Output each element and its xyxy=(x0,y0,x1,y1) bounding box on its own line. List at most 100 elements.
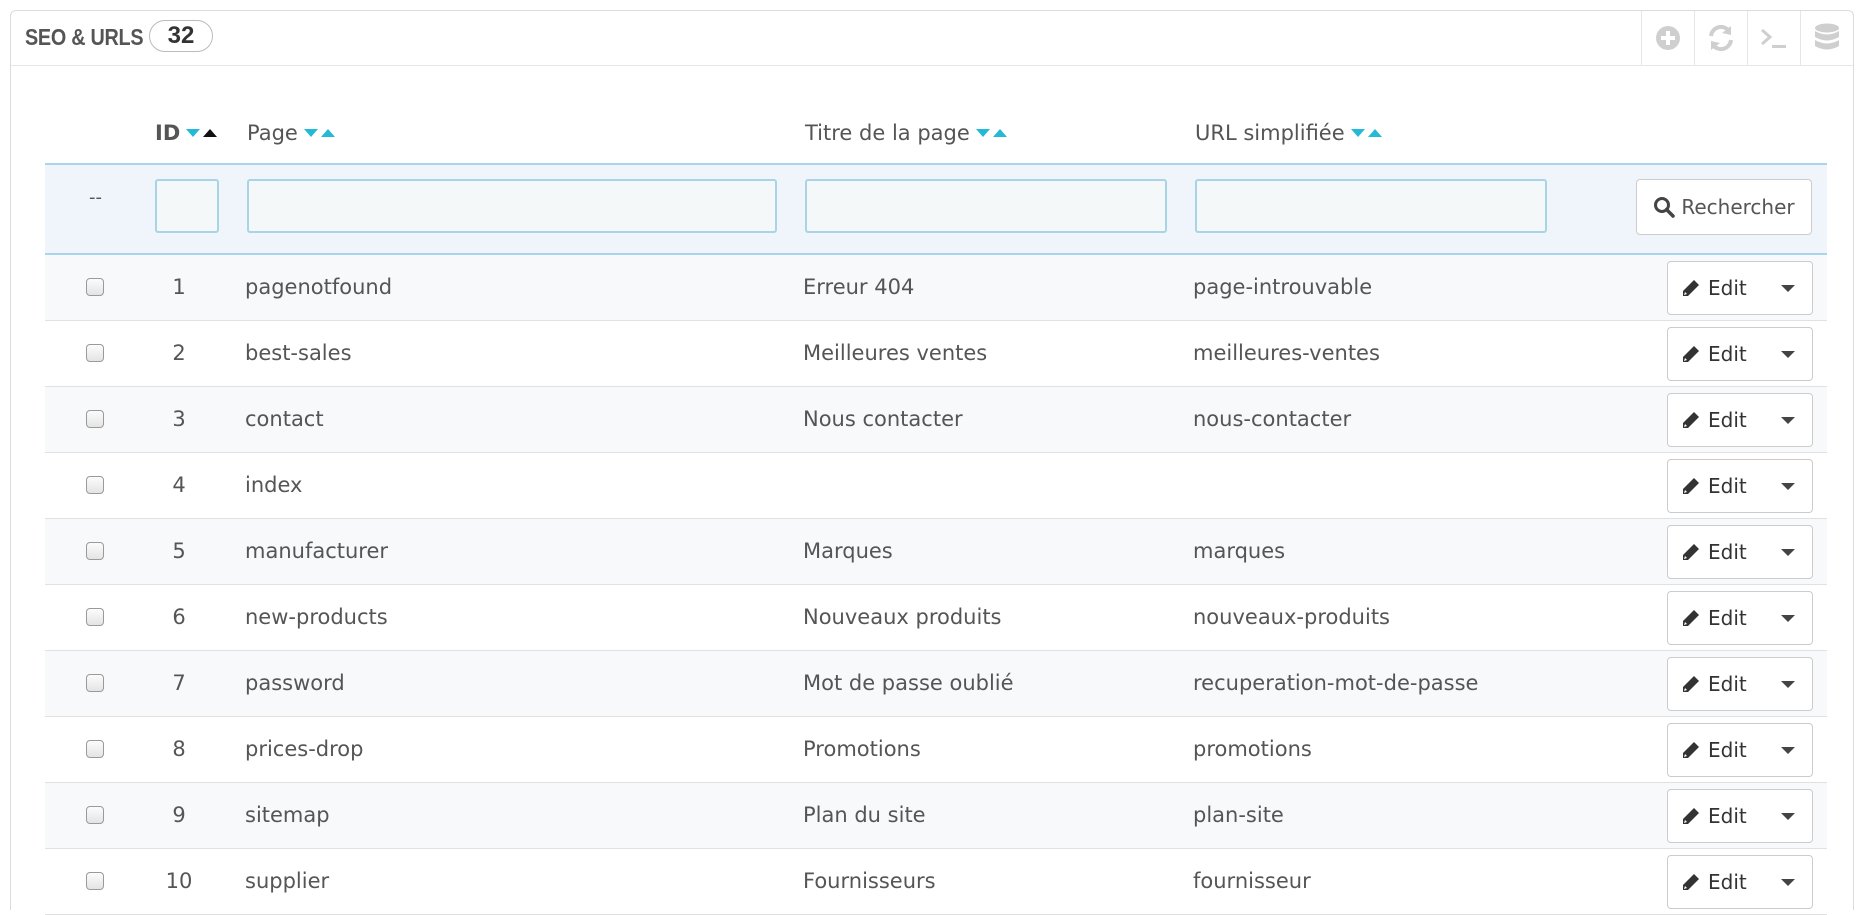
cell-title[interactable]: Plan du site xyxy=(803,803,926,827)
refresh-list-button[interactable] xyxy=(1694,11,1747,65)
cell-title[interactable]: Marques xyxy=(803,539,893,563)
edit-button[interactable]: Edit xyxy=(1668,870,1764,894)
cell-title[interactable]: Erreur 404 xyxy=(803,275,914,299)
sort-desc-icon[interactable] xyxy=(1350,129,1365,137)
row-action-group: Edit xyxy=(1667,327,1813,381)
cell-id[interactable]: 9 xyxy=(146,803,212,827)
edit-button[interactable]: Edit xyxy=(1668,408,1764,432)
edit-button[interactable]: Edit xyxy=(1668,342,1764,366)
cell-id[interactable]: 3 xyxy=(146,407,212,431)
row-actions-dropdown-toggle[interactable] xyxy=(1764,416,1812,424)
edit-button[interactable]: Edit xyxy=(1668,276,1764,300)
row-actions-dropdown-toggle[interactable] xyxy=(1764,878,1812,886)
caret-down-icon xyxy=(1781,416,1795,424)
row-action-group: Edit xyxy=(1667,393,1813,447)
filter-id-input[interactable] xyxy=(155,179,219,233)
search-icon xyxy=(1654,197,1676,218)
filter-title-input[interactable] xyxy=(805,179,1167,233)
sort-asc-icon[interactable] xyxy=(320,129,335,137)
row-actions-dropdown-toggle[interactable] xyxy=(1764,614,1812,622)
cell-id[interactable]: 7 xyxy=(146,671,212,695)
edit-button[interactable]: Edit xyxy=(1668,672,1764,696)
cell-title[interactable]: Meilleures ventes xyxy=(803,341,987,365)
row-checkbox[interactable] xyxy=(86,806,104,824)
sort-asc-icon[interactable] xyxy=(992,129,1007,137)
pencil-icon xyxy=(1683,742,1699,758)
bulk-filter-placeholder: -- xyxy=(89,187,102,208)
cell-id[interactable]: 1 xyxy=(146,275,212,299)
row-actions-dropdown-toggle[interactable] xyxy=(1764,350,1812,358)
sort-asc-icon[interactable] xyxy=(203,129,218,137)
cell-url[interactable]: nous-contacter xyxy=(1193,407,1351,431)
terminal-icon xyxy=(1761,28,1786,48)
row-action-group: Edit xyxy=(1667,657,1813,711)
row-checkbox[interactable] xyxy=(86,476,104,494)
row-actions-dropdown-toggle[interactable] xyxy=(1764,746,1812,754)
cell-page[interactable]: prices-drop xyxy=(245,737,363,761)
row-checkbox[interactable] xyxy=(86,278,104,296)
row-actions-dropdown-toggle[interactable] xyxy=(1764,812,1812,820)
cell-title[interactable]: Fournisseurs xyxy=(803,869,936,893)
show-sql-button[interactable] xyxy=(1747,11,1800,65)
cell-page[interactable]: new-products xyxy=(245,605,388,629)
row-action-group: Edit xyxy=(1667,723,1813,777)
cell-title[interactable]: Nouveaux produits xyxy=(803,605,1002,629)
pencil-icon xyxy=(1683,808,1699,824)
cell-url[interactable]: nouveaux-produits xyxy=(1193,605,1390,629)
sort-desc-icon[interactable] xyxy=(975,129,990,137)
row-actions-dropdown-toggle[interactable] xyxy=(1764,482,1812,490)
cell-title[interactable]: Promotions xyxy=(803,737,921,761)
cell-id[interactable]: 8 xyxy=(146,737,212,761)
cell-id[interactable]: 10 xyxy=(146,869,212,893)
cell-url[interactable]: promotions xyxy=(1193,737,1312,761)
cell-id[interactable]: 4 xyxy=(146,473,212,497)
search-button[interactable]: Rechercher xyxy=(1636,179,1812,235)
cell-page[interactable]: sitemap xyxy=(245,803,330,827)
export-sql-manager-button[interactable] xyxy=(1800,11,1853,65)
row-checkbox[interactable] xyxy=(86,410,104,428)
row-checkbox[interactable] xyxy=(86,674,104,692)
cell-id[interactable]: 6 xyxy=(146,605,212,629)
sort-asc-icon[interactable] xyxy=(1367,129,1382,137)
edit-button[interactable]: Edit xyxy=(1668,738,1764,762)
row-actions-dropdown-toggle[interactable] xyxy=(1764,284,1812,292)
filter-page-input[interactable] xyxy=(247,179,777,233)
cell-page[interactable]: contact xyxy=(245,407,324,431)
cell-page[interactable]: pagenotfound xyxy=(245,275,392,299)
add-new-button[interactable] xyxy=(1641,11,1694,65)
search-button-label: Rechercher xyxy=(1681,195,1795,219)
cell-url[interactable]: marques xyxy=(1193,539,1285,563)
row-actions-dropdown-toggle[interactable] xyxy=(1764,548,1812,556)
cell-url[interactable]: recuperation-mot-de-passe xyxy=(1193,671,1478,695)
edit-button[interactable]: Edit xyxy=(1668,540,1764,564)
row-checkbox[interactable] xyxy=(86,608,104,626)
row-checkbox[interactable] xyxy=(86,344,104,362)
cell-page[interactable]: password xyxy=(245,671,345,695)
cell-title[interactable]: Nous contacter xyxy=(803,407,963,431)
cell-url[interactable]: meilleures-ventes xyxy=(1193,341,1380,365)
edit-button-label: Edit xyxy=(1708,870,1747,894)
row-checkbox[interactable] xyxy=(86,872,104,890)
edit-button[interactable]: Edit xyxy=(1668,804,1764,828)
cell-url[interactable]: fournisseur xyxy=(1193,869,1311,893)
cell-page[interactable]: supplier xyxy=(245,869,329,893)
cell-page[interactable]: index xyxy=(245,473,302,497)
filter-url-input[interactable] xyxy=(1195,179,1547,233)
pencil-icon xyxy=(1683,544,1699,560)
row-checkbox[interactable] xyxy=(86,542,104,560)
pencil-icon xyxy=(1683,280,1699,296)
row-checkbox[interactable] xyxy=(86,740,104,758)
panel-title: SEO & URLS xyxy=(25,24,144,50)
cell-id[interactable]: 2 xyxy=(146,341,212,365)
cell-page[interactable]: best-sales xyxy=(245,341,352,365)
edit-button[interactable]: Edit xyxy=(1668,606,1764,630)
sort-desc-icon[interactable] xyxy=(303,129,318,137)
sort-desc-icon[interactable] xyxy=(186,129,201,137)
cell-title[interactable]: Mot de passe oublié xyxy=(803,671,1014,695)
cell-url[interactable]: page-introuvable xyxy=(1193,275,1372,299)
cell-url[interactable]: plan-site xyxy=(1193,803,1284,827)
cell-page[interactable]: manufacturer xyxy=(245,539,388,563)
cell-id[interactable]: 5 xyxy=(146,539,212,563)
row-actions-dropdown-toggle[interactable] xyxy=(1764,680,1812,688)
edit-button[interactable]: Edit xyxy=(1668,474,1764,498)
